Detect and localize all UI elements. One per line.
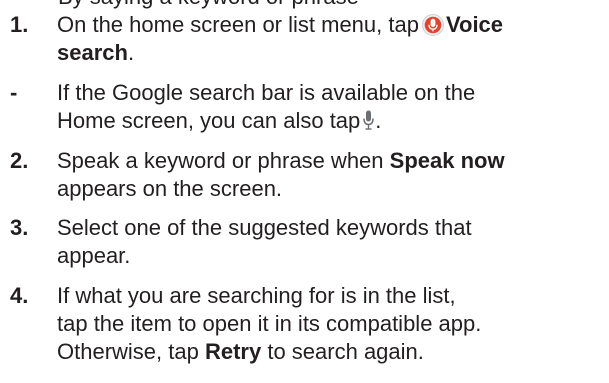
- step-2-text-a: Speak a keyword or phrase when: [57, 148, 384, 173]
- step-3-number: 3.: [10, 215, 29, 240]
- step-2-text: Speak a keyword or phrase when Speak now…: [57, 147, 609, 203]
- cropped-top-line: By saying a keyword or phrase: [0, 0, 609, 9]
- step-4-line-1: If what you are searching for is in the …: [57, 283, 456, 308]
- step-1-bold-b: search: [57, 40, 128, 65]
- step-3-line-2: appear.: [57, 243, 131, 268]
- step-4-text-b: to search again.: [267, 339, 424, 364]
- step-2-line-1: Speak a keyword or phrase when Speak now: [57, 147, 609, 175]
- step-2-number: 2.: [10, 148, 29, 173]
- step-note-text: If the Google search bar is available on…: [57, 79, 609, 135]
- voice-search-icon: [421, 14, 444, 36]
- microphone-icon: [363, 110, 375, 131]
- step-4-line-3: Otherwise, tap Retry to search again.: [57, 338, 609, 366]
- step-4-bold: Retry: [204, 339, 262, 364]
- step-3-text: Select one of the suggested keywords tha…: [57, 214, 609, 270]
- step-note-dash: -: [10, 80, 18, 105]
- step-2-line-2: appears on the screen.: [57, 176, 283, 201]
- step-4-text-a: Otherwise, tap: [57, 339, 199, 364]
- step-1-text-b: .: [127, 40, 135, 65]
- step-note-text-b: .: [375, 108, 382, 133]
- step-1-line-2: search.: [57, 39, 609, 67]
- step-3-line-1: Select one of the suggested keywords tha…: [57, 215, 472, 240]
- step-4-text: If what you are searching for is in the …: [57, 282, 609, 366]
- step-note-text-a: Home screen, you can also tap: [57, 108, 361, 133]
- step-note-line-2: Home screen, you can also tap.: [57, 107, 609, 135]
- step-4-line-2: tap the item to open it in its compatibl…: [57, 311, 482, 336]
- step-1-bold-a: Voice: [445, 12, 504, 37]
- step-2-bold: Speak now: [389, 148, 505, 173]
- step-1-number: 1.: [10, 12, 29, 37]
- cropped-top-text: By saying a keyword or phrase: [58, 0, 359, 8]
- step-note-line-1: If the Google search bar is available on…: [57, 80, 476, 105]
- step-1-text: On the home screen or list menu, tap Voic…: [57, 11, 609, 67]
- step-4-number: 4.: [10, 283, 29, 308]
- instruction-document: By saying a keyword or phrase 1. On the …: [0, 0, 609, 383]
- step-1-line-1: On the home screen or list menu, tap Voic…: [57, 11, 609, 39]
- step-1-text-a: On the home screen or list menu, tap: [57, 12, 419, 37]
